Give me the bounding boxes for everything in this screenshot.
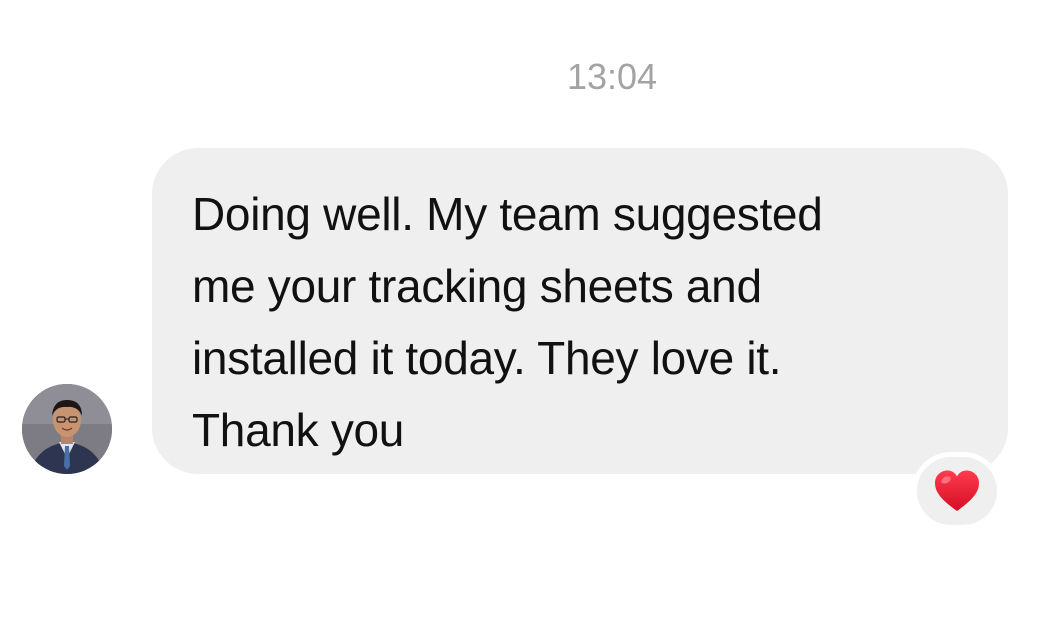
message-reaction[interactable] <box>912 452 1002 530</box>
chat-thread: 13:04 Doing well. My team suggested me y… <box>0 0 1042 618</box>
message-bubble[interactable]: Doing well. My team suggested me your tr… <box>152 148 1008 474</box>
avatar-photo <box>22 384 112 474</box>
message-text: Doing well. My team suggested me your tr… <box>192 188 823 456</box>
message-timestamp: 13:04 <box>566 56 658 97</box>
red-heart-icon <box>935 470 979 511</box>
sender-avatar[interactable] <box>22 384 112 474</box>
